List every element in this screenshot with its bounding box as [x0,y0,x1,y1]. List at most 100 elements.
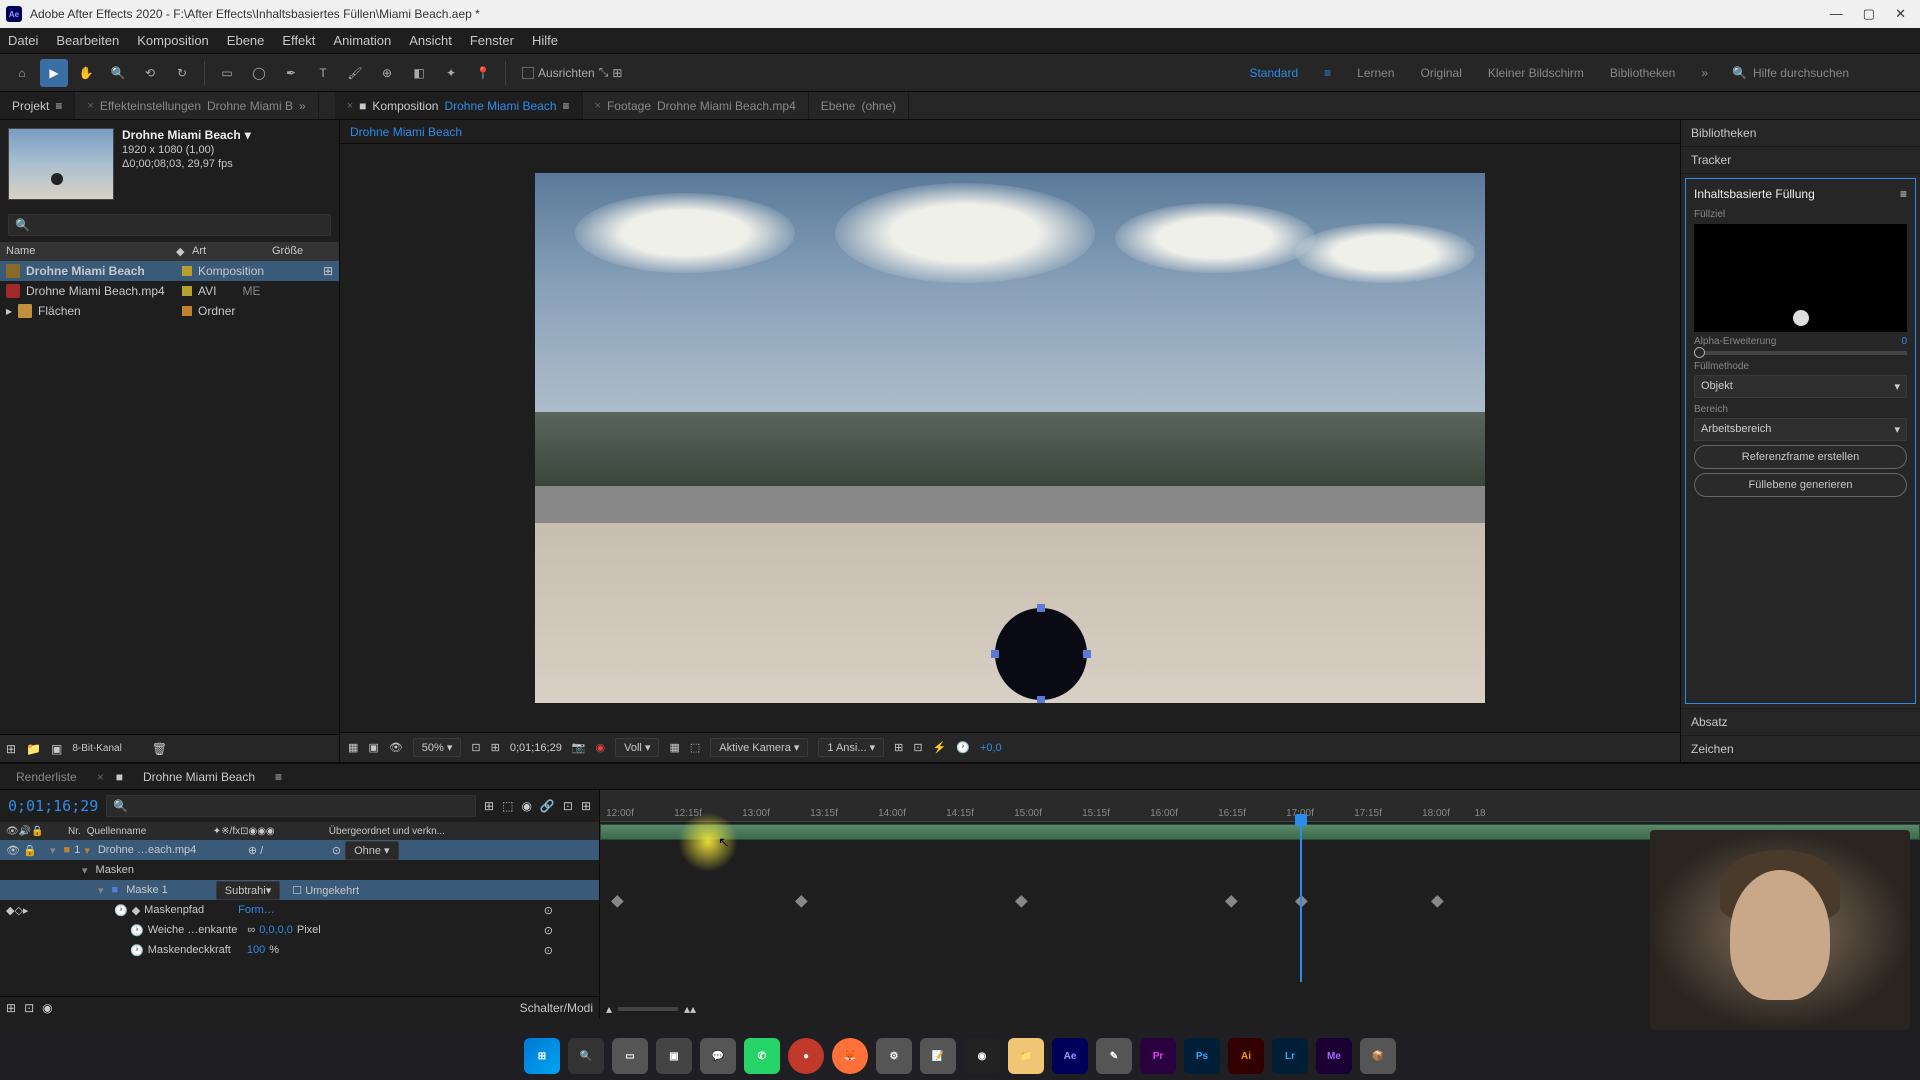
motion-blur-icon[interactable]: ◉ [42,1001,52,1015]
menu-bearbeiten[interactable]: Bearbeiten [56,33,119,48]
layer-name[interactable]: Drohne …each.mp4 [94,844,244,856]
pen-tool[interactable]: ✒ [277,59,305,87]
search-help[interactable]: 🔍 Hilfe durchsuchen [1732,66,1912,80]
snap-grid-icon[interactable]: ⊞ [612,66,622,80]
alpha-toggle-icon[interactable]: ▦ [348,741,358,754]
viewer-timecode[interactable]: 0;01;16;29 [510,742,562,754]
stopwatch-icon[interactable]: 🕐 [130,944,144,957]
current-time-indicator[interactable] [1300,822,1302,982]
menu-ansicht[interactable]: Ansicht [409,33,452,48]
taskbar-app[interactable]: ⚙ [876,1038,912,1074]
mask-path-row[interactable]: ◆◇▸ 🕐 ◆ Maskenpfad Form… ⊙ [0,900,599,920]
mask-handle-top[interactable] [1037,604,1045,612]
taskbar-search[interactable]: 🔍 [568,1038,604,1074]
stopwatch-icon[interactable]: 🕐 [130,924,144,937]
tl-opt-icon[interactable]: ⊞ [484,799,494,813]
rect-tool[interactable]: ▭ [213,59,241,87]
menu-fenster[interactable]: Fenster [470,33,514,48]
col-parent[interactable]: Übergeordnet und verkn... [329,826,445,837]
tab-project[interactable]: Projekt≡ [0,92,75,119]
zoom-slider[interactable] [618,1007,678,1011]
tab-render-queue[interactable]: Renderliste [8,770,85,784]
workspace-kleiner[interactable]: Kleiner Bildschirm [1488,66,1584,80]
close-button[interactable]: ✕ [1895,6,1906,22]
keyframe-nav-icon[interactable]: ◆ [132,904,140,917]
photoshop-icon[interactable]: Ps [1184,1038,1220,1074]
range-dropdown[interactable]: Arbeitsbereich▾ [1694,418,1907,441]
parent-dropdown[interactable]: Ohne ▾ [345,841,399,860]
camera-dropdown[interactable]: Aktive Kamera ▾ [710,738,808,757]
time-ruler[interactable]: 12:00f 12:15f 13:00f 13:15f 14:00f 14:15… [600,790,1920,822]
keyframe[interactable] [795,895,808,908]
keyframe[interactable] [1431,895,1444,908]
project-item-footage[interactable]: Drohne Miami Beach.mp4 AVI ME [0,281,339,301]
workspace-dropdown-icon[interactable]: ≡ [1324,66,1331,80]
col-nr[interactable]: Nr. [68,826,81,837]
mask-opacity-row[interactable]: 🕐 Maskendeckkraft 100 % ⊙ [0,940,599,960]
tab-bibliotheken[interactable]: Bibliotheken [1681,120,1920,147]
method-dropdown[interactable]: Objekt▾ [1694,375,1907,398]
start-button[interactable]: ⊞ [524,1038,560,1074]
workspace-original[interactable]: Original [1421,66,1462,80]
snap-options-icon[interactable]: ⤡ [599,65,609,80]
expand-icon[interactable]: ▾ [98,884,104,897]
exposure-value[interactable]: +0,0 [980,742,1002,754]
taskbar-app[interactable]: 📝 [920,1038,956,1074]
zoom-tool[interactable]: 🔍 [104,59,132,87]
alpha-value[interactable]: 0 [1901,336,1907,347]
clone-tool[interactable]: ⊕ [373,59,401,87]
project-item-comp[interactable]: Drohne Miami Beach Komposition ⊞ [0,261,339,281]
tl-opt-icon[interactable]: ⊡ [563,799,573,813]
keyframe[interactable] [611,895,624,908]
explorer-icon[interactable]: 📁 [1008,1038,1044,1074]
keyframe[interactable] [1015,895,1028,908]
menu-datei[interactable]: Datei [8,33,38,48]
lightroom-icon[interactable]: Lr [1272,1038,1308,1074]
premiere-icon[interactable]: Pr [1140,1038,1176,1074]
mask-handle-left[interactable] [991,650,999,658]
create-reference-frame-button[interactable]: Referenzframe erstellen [1694,445,1907,469]
view-opt-icon[interactable]: ⊞ [894,741,903,754]
switches-modes-button[interactable]: Schalter/Modi [520,1001,593,1015]
expand-icon[interactable]: ▾ [82,864,88,877]
resolution-dropdown[interactable]: Voll ▾ [615,738,659,757]
close-icon[interactable]: × [347,100,353,112]
home-tool[interactable]: ⌂ [8,59,36,87]
workspace-standard[interactable]: Standard [1249,66,1298,80]
firefox-icon[interactable]: 🦊 [832,1038,868,1074]
comp-thumbnail[interactable] [8,128,114,200]
workspace-bibliotheken[interactable]: Bibliotheken [1610,66,1675,80]
mask-mode-dropdown[interactable]: Subtrahi▾ [216,881,281,900]
transparency-icon[interactable]: ▦ [669,741,679,754]
tab-zeichen[interactable]: Zeichen [1681,735,1920,762]
snap-checkbox[interactable] [522,67,534,79]
taskbar-app[interactable]: 📦 [1360,1038,1396,1074]
keyframe[interactable] [1225,895,1238,908]
new-comp-icon[interactable]: ▣ [51,742,62,756]
label-col-icon[interactable]: ◆ [176,245,192,258]
expression-pick-icon[interactable]: ⊙ [544,944,553,957]
brush-tool[interactable]: 🖌 [341,59,369,87]
timeline-icon[interactable]: 🕐 [956,741,970,754]
col-source[interactable]: Quellenname [87,826,207,837]
mask-feather-row[interactable]: 🕐 Weiche …enkante ∞ 0,0,0,0 Pixel ⊙ [0,920,599,940]
obs-icon[interactable]: ◉ [964,1038,1000,1074]
tl-opt-icon[interactable]: ⊞ [581,799,591,813]
puppet-tool[interactable]: 📍 [469,59,497,87]
mask-invert-checkbox[interactable]: ☐ Umgekehrt [292,884,359,897]
fast-preview-icon[interactable]: ⚡ [933,741,947,754]
toggle-switches-icon[interactable]: ⊞ [6,1001,16,1015]
close-icon[interactable]: × [87,100,93,112]
mask-handle-right[interactable] [1083,650,1091,658]
selection-tool[interactable]: ▶ [40,59,68,87]
tab-timeline-comp[interactable]: Drohne Miami Beach [135,770,263,784]
close-icon[interactable]: × [97,770,104,784]
tab-layer[interactable]: Ebene (ohne) [809,92,909,119]
alpha-slider-knob[interactable] [1694,347,1705,358]
close-icon[interactable]: × [595,100,601,112]
frame-blend-icon[interactable]: ⊡ [24,1001,34,1015]
snapshot-icon[interactable]: 📷 [572,741,586,754]
views-dropdown[interactable]: 1 Ansi... ▾ [818,738,884,757]
bit-depth-button[interactable]: 8-Bit-Kanal [72,743,121,754]
expression-pick-icon[interactable]: ⊙ [544,924,553,937]
